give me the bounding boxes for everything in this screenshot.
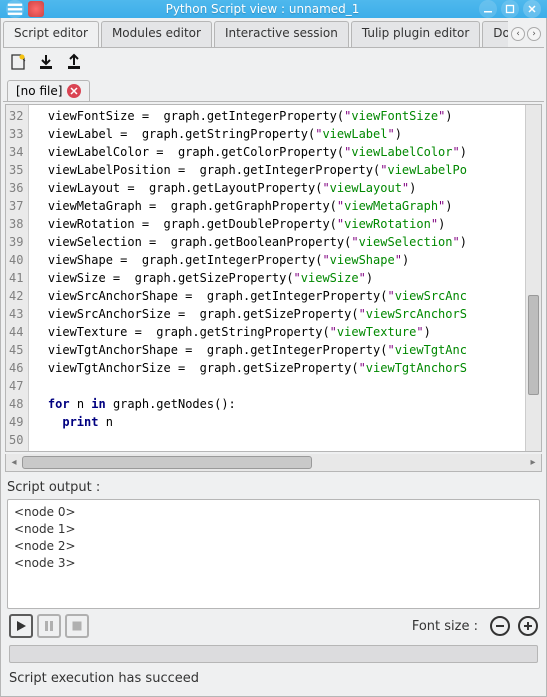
line-gutter: 32333435363738394041424344454647484950 bbox=[6, 105, 29, 451]
maximize-button[interactable] bbox=[501, 0, 519, 18]
output-line: <node 3> bbox=[14, 555, 533, 572]
code-line: viewSrcAnchorShape = graph.getIntegerPro… bbox=[33, 287, 521, 305]
code-line: for n in graph.getNodes(): bbox=[33, 395, 521, 413]
new-script-button[interactable] bbox=[7, 51, 29, 73]
stop-button[interactable] bbox=[65, 614, 89, 638]
titlebar: Python Script view : unnamed_1 bbox=[0, 0, 547, 18]
app-icon bbox=[28, 1, 44, 17]
tab-tulip-plugin-editor[interactable]: Tulip plugin editor bbox=[351, 21, 480, 47]
code-line: viewLabelColor = graph.getColorProperty(… bbox=[33, 143, 521, 161]
status-text: Script execution has succeed bbox=[3, 665, 544, 694]
code-line: viewSrcAnchorSize = graph.getSizePropert… bbox=[33, 305, 521, 323]
code-line: viewLayout = graph.getLayoutProperty("vi… bbox=[33, 179, 521, 197]
tab-docum[interactable]: Docum bbox=[482, 21, 508, 47]
code-line: print n bbox=[33, 413, 521, 431]
code-line: viewFontSize = graph.getIntegerProperty(… bbox=[33, 107, 521, 125]
code-line: viewTgtAnchorSize = graph.getSizePropert… bbox=[33, 359, 521, 377]
horizontal-scroll-thumb[interactable] bbox=[22, 456, 312, 469]
horizontal-scrollbar[interactable]: ◂ ▸ bbox=[5, 454, 542, 472]
pause-button[interactable] bbox=[37, 614, 61, 638]
font-decrease-button[interactable] bbox=[490, 616, 510, 636]
code-line bbox=[33, 431, 521, 449]
code-line bbox=[33, 377, 521, 395]
hscroll-right[interactable]: ▸ bbox=[525, 454, 541, 471]
tabs-scroll-right[interactable]: › bbox=[527, 27, 541, 41]
file-tab-label: [no file] bbox=[16, 84, 62, 98]
font-increase-button[interactable] bbox=[518, 616, 538, 636]
progress-bar bbox=[9, 645, 538, 663]
code-editor[interactable]: 32333435363738394041424344454647484950 v… bbox=[5, 104, 542, 452]
main-tabs: Script editorModules editorInteractive s… bbox=[3, 20, 544, 48]
controls-row: Font size : bbox=[3, 609, 544, 643]
code-line: viewSize = graph.getSizeProperty("viewSi… bbox=[33, 269, 521, 287]
code-line: viewTexture = graph.getStringProperty("v… bbox=[33, 323, 521, 341]
output-label: Script output : bbox=[3, 474, 544, 499]
minimize-button[interactable] bbox=[479, 0, 497, 18]
save-script-button[interactable] bbox=[63, 51, 85, 73]
code-area[interactable]: viewFontSize = graph.getIntegerProperty(… bbox=[29, 105, 525, 451]
tab-interactive-session[interactable]: Interactive session bbox=[214, 21, 349, 47]
tabs-scroll-left[interactable]: ‹ bbox=[511, 27, 525, 41]
file-tab[interactable]: [no file] bbox=[7, 80, 90, 101]
toolbar bbox=[3, 48, 544, 76]
tab-modules-editor[interactable]: Modules editor bbox=[101, 21, 212, 47]
close-file-icon[interactable] bbox=[67, 84, 81, 98]
hscroll-left[interactable]: ◂ bbox=[6, 454, 22, 471]
close-button[interactable] bbox=[523, 0, 541, 18]
code-line: viewShape = graph.getIntegerProperty("vi… bbox=[33, 251, 521, 269]
vertical-scroll-thumb[interactable] bbox=[528, 295, 539, 395]
output-box[interactable]: <node 0><node 1><node 2><node 3> bbox=[7, 499, 540, 609]
tab-script-editor[interactable]: Script editor bbox=[3, 21, 99, 47]
code-line: viewRotation = graph.getDoubleProperty("… bbox=[33, 215, 521, 233]
output-line: <node 1> bbox=[14, 521, 533, 538]
window-menu-button[interactable] bbox=[6, 0, 24, 18]
window-title: Python Script view : unnamed_1 bbox=[50, 2, 475, 16]
code-line: viewSelection = graph.getBooleanProperty… bbox=[33, 233, 521, 251]
output-line: <node 0> bbox=[14, 504, 533, 521]
load-script-button[interactable] bbox=[35, 51, 57, 73]
code-line: viewTgtAnchorShape = graph.getIntegerPro… bbox=[33, 341, 521, 359]
output-line: <node 2> bbox=[14, 538, 533, 555]
run-button[interactable] bbox=[9, 614, 33, 638]
code-line: viewLabelPosition = graph.getIntegerProp… bbox=[33, 161, 521, 179]
font-size-label: Font size : bbox=[412, 619, 478, 634]
code-line: viewLabel = graph.getStringProperty("vie… bbox=[33, 125, 521, 143]
code-line: viewMetaGraph = graph.getGraphProperty("… bbox=[33, 197, 521, 215]
vertical-scrollbar[interactable] bbox=[525, 105, 541, 451]
file-tabs: [no file] bbox=[3, 76, 544, 102]
